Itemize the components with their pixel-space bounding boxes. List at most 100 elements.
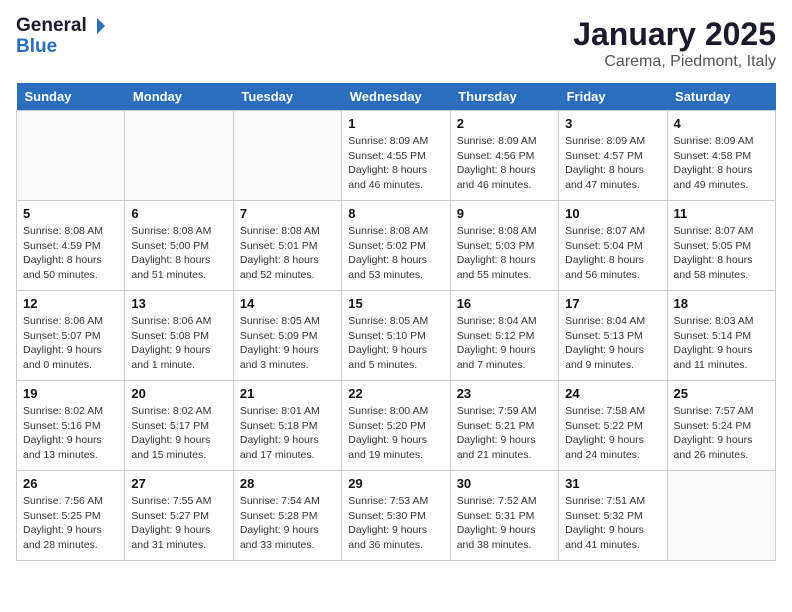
date-number: 6 [131,206,226,221]
date-number: 5 [23,206,118,221]
date-number: 14 [240,296,335,311]
day-header-monday: Monday [125,83,233,111]
calendar-cell [17,111,125,201]
calendar-cell: 24 Sunrise: 7:58 AMSunset: 5:22 PMDayligh… [559,381,667,471]
calendar-cell: 20 Sunrise: 8:02 AMSunset: 5:17 PMDayligh… [125,381,233,471]
calendar-week-row: 5 Sunrise: 8:08 AMSunset: 4:59 PMDaylight… [17,201,776,291]
calendar-cell: 7Sunrise: 8:08 AMSunset: 5:01 PMDaylight… [233,201,341,291]
calendar-cell: 18Sunrise: 8:03 AMSunset: 5:14 PMDayligh… [667,291,775,381]
day-header-tuesday: Tuesday [233,83,341,111]
cell-info: Sunrise: 8:09 AMSunset: 4:58 PMDaylight:… [674,134,769,193]
cell-info: Sunrise: 8:01 AMSunset: 5:18 PMDaylight:… [240,404,335,463]
cell-info: Sunrise: 7:58 AMSunset: 5:22 PMDaylight:… [565,404,660,463]
calendar-cell: 2Sunrise: 8:09 AMSunset: 4:56 PMDaylight… [450,111,558,201]
date-number: 2 [457,116,552,131]
day-header-friday: Friday [559,83,667,111]
calendar-cell: 29 Sunrise: 7:53 AMSunset: 5:30 PMDayligh… [342,471,450,561]
date-number: 25 [674,386,769,401]
calendar-week-row: 19Sunrise: 8:02 AMSunset: 5:16 PMDayligh… [17,381,776,471]
calendar-cell: 12 Sunrise: 8:06 AMSunset: 5:07 PMDayligh… [17,291,125,381]
date-number: 27 [131,476,226,491]
date-number: 23 [457,386,552,401]
calendar-cell: 3Sunrise: 8:09 AMSunset: 4:57 PMDaylight… [559,111,667,201]
calendar-week-row: 1 Sunrise: 8:09 AMSunset: 4:55 PMDaylight… [17,111,776,201]
cell-info: Sunrise: 7:53 AMSunset: 5:30 PMDaylight:… [348,494,443,553]
cell-info: Sunrise: 7:51 AMSunset: 5:32 PMDaylight:… [565,494,660,553]
calendar-cell: 15 Sunrise: 8:05 AMSunset: 5:10 PMDayligh… [342,291,450,381]
day-header-sunday: Sunday [17,83,125,111]
date-number: 29 [348,476,443,491]
cell-info: Sunrise: 8:02 AMSunset: 5:17 PMDaylight:… [131,404,226,463]
cell-info: Sunrise: 8:05 AMSunset: 5:10 PMDaylight:… [348,314,443,373]
calendar-week-row: 12 Sunrise: 8:06 AMSunset: 5:07 PMDayligh… [17,291,776,381]
day-header-wednesday: Wednesday [342,83,450,111]
date-number: 20 [131,386,226,401]
date-number: 24 [565,386,660,401]
day-header-thursday: Thursday [450,83,558,111]
calendar-title: January 2025 [573,16,776,53]
logo: General Blue [16,16,107,58]
cell-info: Sunrise: 7:54 AMSunset: 5:28 PMDaylight:… [240,494,335,553]
calendar-header-row: SundayMondayTuesdayWednesdayThursdayFrid… [17,83,776,111]
cell-info: Sunrise: 8:08 AMSunset: 4:59 PMDaylight:… [23,224,118,283]
day-header-saturday: Saturday [667,83,775,111]
date-number: 30 [457,476,552,491]
logo-icon [88,17,106,35]
calendar-cell: 28 Sunrise: 7:54 AMSunset: 5:28 PMDayligh… [233,471,341,561]
date-number: 12 [23,296,118,311]
date-number: 1 [348,116,443,131]
cell-info: Sunrise: 8:02 AMSunset: 5:16 PMDaylight:… [23,404,118,463]
cell-info: Sunrise: 8:04 AMSunset: 5:12 PMDaylight:… [457,314,552,373]
date-number: 3 [565,116,660,131]
cell-info: Sunrise: 7:56 AMSunset: 5:25 PMDaylight:… [23,494,118,553]
cell-info: Sunrise: 8:08 AMSunset: 5:02 PMDaylight:… [348,224,443,283]
calendar-cell: 23 Sunrise: 7:59 AMSunset: 5:21 PMDayligh… [450,381,558,471]
date-number: 26 [23,476,118,491]
calendar-cell: 1 Sunrise: 8:09 AMSunset: 4:55 PMDaylight… [342,111,450,201]
cell-info: Sunrise: 7:59 AMSunset: 5:21 PMDaylight:… [457,404,552,463]
page-header: General Blue January 2025 Carema, Piedmo… [16,16,776,71]
calendar-cell: 4 Sunrise: 8:09 AMSunset: 4:58 PMDaylight… [667,111,775,201]
calendar-cell: 25Sunrise: 7:57 AMSunset: 5:24 PMDayligh… [667,381,775,471]
calendar-cell: 17Sunrise: 8:04 AMSunset: 5:13 PMDayligh… [559,291,667,381]
calendar-cell: 19Sunrise: 8:02 AMSunset: 5:16 PMDayligh… [17,381,125,471]
calendar-cell: 14 Sunrise: 8:05 AMSunset: 5:09 PMDayligh… [233,291,341,381]
cell-info: Sunrise: 8:05 AMSunset: 5:09 PMDaylight:… [240,314,335,373]
cell-info: Sunrise: 8:07 AMSunset: 5:04 PMDaylight:… [565,224,660,283]
calendar-cell: 11Sunrise: 8:07 AMSunset: 5:05 PMDayligh… [667,201,775,291]
cell-info: Sunrise: 8:06 AMSunset: 5:07 PMDaylight:… [23,314,118,373]
calendar-cell: 8 Sunrise: 8:08 AMSunset: 5:02 PMDaylight… [342,201,450,291]
date-number: 28 [240,476,335,491]
date-number: 4 [674,116,769,131]
calendar-cell: 21 Sunrise: 8:01 AMSunset: 5:18 PMDayligh… [233,381,341,471]
date-number: 13 [131,296,226,311]
date-number: 15 [348,296,443,311]
cell-info: Sunrise: 8:00 AMSunset: 5:20 PMDaylight:… [348,404,443,463]
date-number: 11 [674,206,769,221]
calendar-cell [667,471,775,561]
calendar-subtitle: Carema, Piedmont, Italy [573,53,776,71]
date-number: 9 [457,206,552,221]
calendar-cell [233,111,341,201]
cell-info: Sunrise: 8:08 AMSunset: 5:00 PMDaylight:… [131,224,226,283]
cell-info: Sunrise: 8:08 AMSunset: 5:03 PMDaylight:… [457,224,552,283]
date-number: 8 [348,206,443,221]
date-number: 7 [240,206,335,221]
date-number: 21 [240,386,335,401]
calendar-table: SundayMondayTuesdayWednesdayThursdayFrid… [16,83,776,561]
calendar-cell: 22 Sunrise: 8:00 AMSunset: 5:20 PMDayligh… [342,381,450,471]
calendar-cell [125,111,233,201]
calendar-cell: 26 Sunrise: 7:56 AMSunset: 5:25 PMDayligh… [17,471,125,561]
date-number: 31 [565,476,660,491]
cell-info: Sunrise: 8:03 AMSunset: 5:14 PMDaylight:… [674,314,769,373]
calendar-cell: 31 Sunrise: 7:51 AMSunset: 5:32 PMDayligh… [559,471,667,561]
date-number: 16 [457,296,552,311]
calendar-cell: 16 Sunrise: 8:04 AMSunset: 5:12 PMDayligh… [450,291,558,381]
date-number: 22 [348,386,443,401]
date-number: 10 [565,206,660,221]
calendar-cell: 13Sunrise: 8:06 AMSunset: 5:08 PMDayligh… [125,291,233,381]
cell-info: Sunrise: 8:09 AMSunset: 4:55 PMDaylight:… [348,134,443,193]
cell-info: Sunrise: 7:55 AMSunset: 5:27 PMDaylight:… [131,494,226,553]
title-section: January 2025 Carema, Piedmont, Italy [573,16,776,71]
calendar-cell: 5 Sunrise: 8:08 AMSunset: 4:59 PMDaylight… [17,201,125,291]
